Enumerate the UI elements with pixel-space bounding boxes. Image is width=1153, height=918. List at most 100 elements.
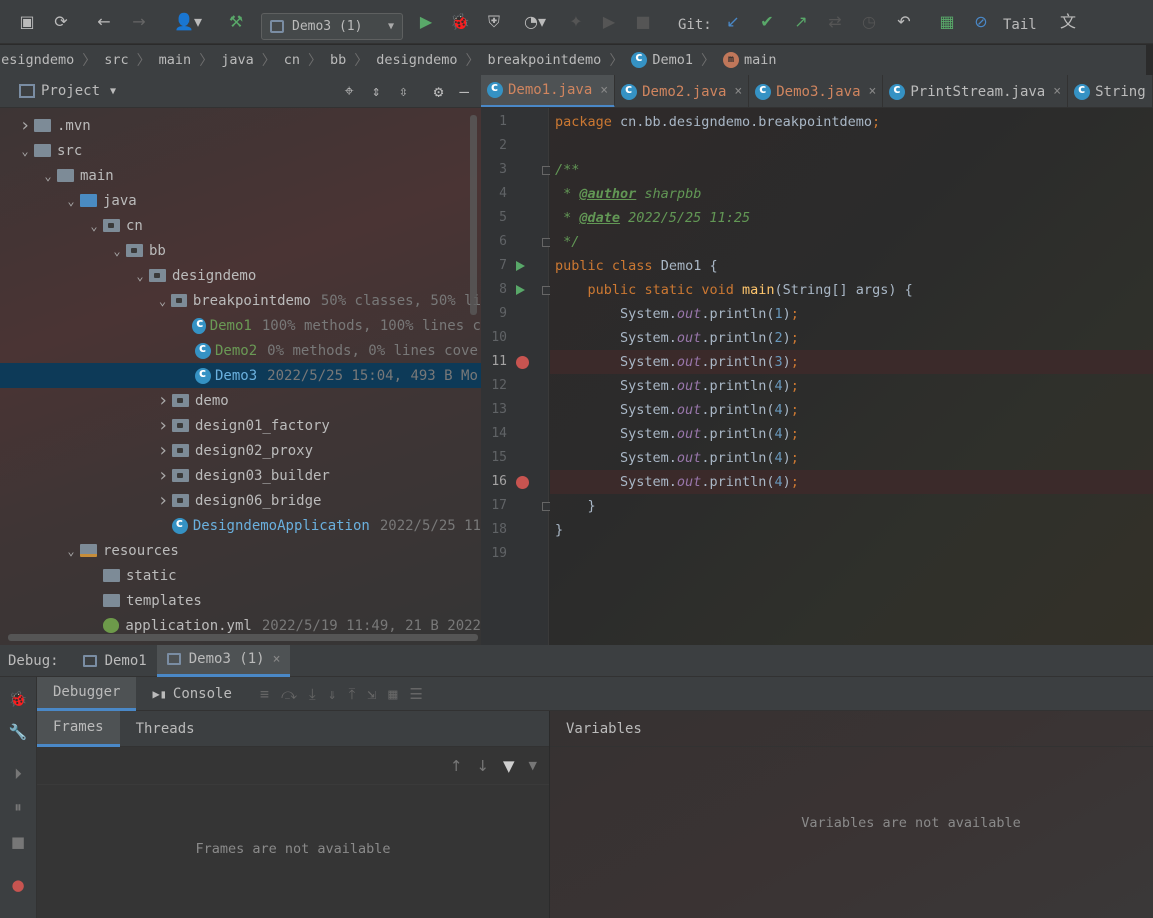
tail-button[interactable]: Tail: [1003, 17, 1037, 33]
evaluate-icon[interactable]: ▦: [388, 685, 397, 703]
tree-item[interactable]: › .mvn: [0, 113, 481, 138]
tab-console[interactable]: ▶▮ Console: [136, 677, 247, 711]
resume-disabled-icon[interactable]: ▶: [598, 11, 620, 33]
tab-frames[interactable]: Frames: [37, 710, 120, 747]
expand-all-icon[interactable]: ⇕: [372, 82, 381, 100]
close-icon[interactable]: ×: [734, 84, 742, 99]
profile-menu-icon[interactable]: ◔▾: [515, 11, 555, 33]
chevron-right-icon[interactable]: ›: [154, 440, 172, 461]
wrench-icon[interactable]: 🔧: [8, 722, 28, 742]
debug-session-tab[interactable]: Demo1: [73, 645, 157, 677]
tree-item[interactable]: ⌄ bb: [0, 238, 481, 263]
step-over-icon[interactable]: ⤼: [281, 685, 297, 703]
chevron-down-icon[interactable]: ⌄: [16, 144, 34, 158]
tree-item[interactable]: templates: [0, 588, 481, 613]
tree-item[interactable]: ⌄ main: [0, 163, 481, 188]
back-arrow-icon[interactable]: ←: [93, 11, 115, 33]
breadcrumb-item[interactable]: designdemo: [376, 52, 457, 68]
editor-gutter[interactable]: 1 2 3 4 5 6 7 8 9 10 11 12 13 14 15 16 17 18 19: [481, 108, 551, 645]
tree-item[interactable]: Demo2 0% methods, 0% lines cove: [0, 338, 481, 363]
history-clock-icon[interactable]: ◷: [858, 11, 880, 33]
editor-tab[interactable]: String: [1068, 75, 1153, 107]
tree-item[interactable]: › demo: [0, 388, 481, 413]
breadcrumb-item[interactable]: designdemo: [0, 52, 74, 68]
chevron-down-icon[interactable]: ⌄: [131, 269, 149, 283]
chevron-right-icon[interactable]: ›: [154, 415, 172, 436]
run-gutter-icon[interactable]: [516, 285, 525, 295]
project-horizontal-scrollbar[interactable]: [8, 634, 478, 641]
gear-icon[interactable]: ⚙: [434, 82, 444, 101]
tree-item[interactable]: ⌄ resources: [0, 538, 481, 563]
git-update-icon[interactable]: ↙: [722, 11, 744, 33]
chevron-down-icon[interactable]: ⌄: [62, 544, 80, 558]
down-arrow-icon[interactable]: ↓: [476, 757, 489, 775]
editor-tab[interactable]: PrintStream.java ×: [883, 75, 1069, 107]
breadcrumb-item[interactable]: src: [104, 52, 128, 68]
tree-item[interactable]: Demo3 2022/5/25 15:04, 493 B Mo: [0, 363, 481, 388]
editor-tab[interactable]: Demo3.java ×: [749, 75, 884, 107]
breadcrumb-item[interactable]: java: [221, 52, 254, 68]
close-icon[interactable]: ×: [869, 84, 877, 99]
chevron-down-icon[interactable]: ▼: [110, 86, 116, 97]
run-to-cursor-icon[interactable]: ⇲: [367, 685, 376, 703]
chevron-right-icon[interactable]: ›: [154, 465, 172, 486]
force-step-into-icon[interactable]: ⇓: [328, 685, 337, 703]
chevron-down-icon[interactable]: ⌄: [108, 244, 126, 258]
chevron-right-icon[interactable]: ›: [154, 390, 172, 411]
chevron-down-icon[interactable]: ⌄: [62, 194, 80, 208]
tree-item[interactable]: ⌄ cn: [0, 213, 481, 238]
breakpoint-icon[interactable]: [516, 356, 529, 369]
pause-icon[interactable]: ⏸: [8, 797, 28, 817]
chevron-down-icon[interactable]: ⌄: [154, 294, 171, 308]
breadcrumb-item[interactable]: Demo1: [631, 50, 693, 68]
git-commit-icon[interactable]: ✔: [756, 11, 778, 33]
trace-icon[interactable]: ☰: [409, 685, 422, 703]
breadcrumb-item[interactable]: breakpointdemo: [488, 52, 602, 68]
tree-item[interactable]: DesigndemoApplication 2022/5/25 11: [0, 513, 481, 538]
stop-icon[interactable]: ■: [632, 11, 654, 33]
attach-icon[interactable]: ✦: [565, 11, 587, 33]
chevron-right-icon[interactable]: ›: [154, 490, 172, 511]
locate-target-icon[interactable]: ⌖: [345, 81, 354, 101]
tab-debugger[interactable]: Debugger: [37, 676, 137, 711]
breadcrumb-item[interactable]: bb: [330, 52, 346, 68]
tree-item[interactable]: static: [0, 563, 481, 588]
run-gutter-icon[interactable]: [516, 261, 525, 271]
coverage-shield-icon[interactable]: ⛨: [483, 11, 505, 33]
tree-item[interactable]: ⌄ breakpointdemo 50% classes, 50% li: [0, 288, 481, 313]
project-vertical-scrollbar[interactable]: [470, 115, 477, 315]
run-icon[interactable]: ▶: [415, 11, 437, 33]
editor-tab[interactable]: Demo2.java ×: [615, 75, 750, 107]
chevron-right-icon[interactable]: ›: [16, 115, 34, 136]
filter-funnel-icon[interactable]: ▼: [503, 757, 515, 775]
breadcrumb-item[interactable]: main: [159, 52, 192, 68]
breadcrumb-item[interactable]: cn: [284, 52, 300, 68]
close-icon[interactable]: ×: [273, 652, 281, 667]
rerun-bug-icon[interactable]: 🐞: [8, 689, 28, 709]
step-into-icon[interactable]: ⤓: [309, 685, 316, 703]
code-area[interactable]: package cn.bb.designdemo.breakpointdemo;…: [550, 108, 1153, 645]
up-arrow-icon[interactable]: ↑: [450, 757, 463, 775]
tree-item[interactable]: Demo1 100% methods, 100% lines c: [0, 313, 481, 338]
run-configuration-select[interactable]: Demo3 (1) ▼: [261, 13, 403, 40]
tab-threads[interactable]: Threads: [120, 711, 211, 747]
menu-lines-icon[interactable]: ≡: [260, 685, 269, 703]
editor-tab[interactable]: Demo1.java ×: [481, 75, 616, 107]
git-merge-icon[interactable]: ⇄: [824, 11, 846, 33]
no-entry-icon[interactable]: ⊘: [970, 11, 992, 33]
debug-bug-icon[interactable]: 🐞: [449, 11, 471, 33]
breakpoint-icon[interactable]: [516, 476, 529, 489]
step-out-icon[interactable]: ⤒: [349, 685, 356, 703]
build-hammer-icon[interactable]: ⚒: [225, 11, 247, 33]
tree-item[interactable]: › design01_factory: [0, 413, 481, 438]
close-icon[interactable]: ×: [600, 83, 608, 98]
collapse-all-icon[interactable]: ⇳: [399, 82, 408, 100]
rollback-icon[interactable]: ↶: [893, 11, 915, 33]
minimize-icon[interactable]: —: [459, 82, 469, 101]
tree-item[interactable]: ⌄ java: [0, 188, 481, 213]
chevron-down-icon[interactable]: ⌄: [39, 169, 57, 183]
project-panel-title[interactable]: Project: [41, 83, 100, 99]
debug-session-tab[interactable]: Demo3 (1) ×: [156, 644, 291, 677]
view-breakpoints-icon[interactable]: ●: [8, 875, 28, 895]
chevron-down-icon[interactable]: ⌄: [85, 219, 103, 233]
